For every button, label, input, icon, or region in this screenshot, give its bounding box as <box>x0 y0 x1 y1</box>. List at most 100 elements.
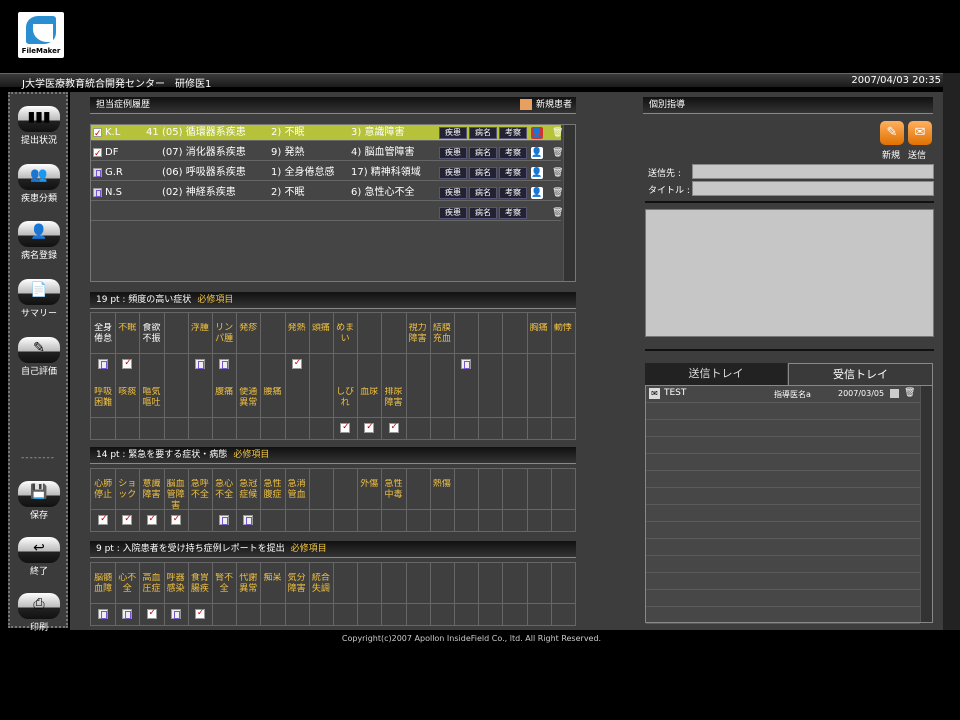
case-action-button[interactable]: 疾患 <box>439 207 467 219</box>
trash-icon[interactable]: 🗑 <box>552 127 563 139</box>
item-checkbox[interactable] <box>170 609 181 619</box>
case-row[interactable]: DF (07) 消化器系疾患 9) 発熱 4) 脳血管障害 疾患病名考察 👤 🗑 <box>91 145 563 162</box>
case-checkbox[interactable] <box>93 188 102 197</box>
tray-row[interactable] <box>646 573 920 590</box>
sidebar-item-3[interactable]: 📄 サマリー <box>16 279 62 319</box>
sidebar-item-1[interactable]: 👥 疾患分類 <box>16 164 62 204</box>
case-action-button[interactable]: 病名 <box>469 167 497 179</box>
tray-row[interactable] <box>646 403 920 420</box>
person-icon[interactable]: 👤 <box>531 167 543 179</box>
trash-icon[interactable]: 🗑 <box>552 207 563 219</box>
case-action-button[interactable]: 病名 <box>469 147 497 159</box>
case-action-button[interactable]: 考察 <box>499 127 527 139</box>
section1-required: 必修項目 <box>197 295 234 305</box>
people-icon: 👥 <box>18 164 60 190</box>
datetime: 2007/04/03 20:35 <box>851 75 941 86</box>
tray-row[interactable] <box>646 505 920 522</box>
item-checkbox[interactable] <box>243 515 254 525</box>
tray-row[interactable] <box>646 556 920 573</box>
case-action-button[interactable]: 疾患 <box>439 167 467 179</box>
item-checkbox[interactable] <box>194 608 205 619</box>
sidebar-action-0[interactable]: 💾 保存 <box>16 481 62 521</box>
tray-row[interactable] <box>646 420 920 437</box>
item-checkbox[interactable] <box>461 359 472 369</box>
trash-icon[interactable]: 🗑 <box>552 187 563 199</box>
tab-inbox[interactable]: 受信トレイ <box>788 363 933 385</box>
item-checkbox[interactable] <box>122 609 133 619</box>
case-action-button[interactable]: 考察 <box>499 167 527 179</box>
item-checkbox[interactable] <box>388 422 399 433</box>
tray-row[interactable] <box>646 539 920 556</box>
item-label: 発熱 <box>287 323 306 333</box>
item-label: 急冠症候 <box>239 479 258 500</box>
print-icon: ⎙ <box>18 593 60 619</box>
case-action-button[interactable]: 疾患 <box>439 187 467 199</box>
case-action-button[interactable]: 病名 <box>469 207 497 219</box>
case-checkbox[interactable] <box>93 168 102 177</box>
trash-icon[interactable]: 🗑 <box>904 388 915 398</box>
item-checkbox[interactable] <box>291 358 302 369</box>
sidebar-action-1[interactable]: ↩ 終了 <box>16 537 62 577</box>
tray-row[interactable] <box>646 471 920 488</box>
sidebar-item-0[interactable]: ▮▮▮ 提出状況 <box>16 106 62 146</box>
case-action-button[interactable]: 疾患 <box>439 147 467 159</box>
case-action-button[interactable]: 考察 <box>499 187 527 199</box>
tray-flag-icon[interactable] <box>890 389 899 398</box>
case-row[interactable]: N.S (02) 神経系疾患 2) 不眠 6) 急性心不全 疾患 病名 考察 👤 🗑 <box>91 185 563 201</box>
tray-row[interactable] <box>646 522 920 539</box>
item-checkbox[interactable] <box>146 608 157 619</box>
case-category: (05) 循環器系疾患 <box>162 127 246 138</box>
new-message-button[interactable]: ✎ <box>880 121 904 145</box>
tray-row[interactable]: ✉ TEST 指導医名a 2007/03/05 🗑 <box>646 386 920 403</box>
sidebar-action-2[interactable]: ⎙ 印刷 <box>16 593 62 633</box>
person-icon[interactable]: 👤 <box>531 187 543 199</box>
tray-row[interactable] <box>646 488 920 505</box>
case-action-button[interactable]: 病名 <box>469 127 497 139</box>
sidebar-item-2[interactable]: 👤 病名登録 <box>16 221 62 261</box>
case-table-scrollbar[interactable] <box>563 125 575 281</box>
person-icon[interactable]: 👤 <box>531 127 543 139</box>
case-action-button[interactable]: 病名 <box>469 187 497 199</box>
item-checkbox[interactable] <box>340 422 351 433</box>
item-checkbox[interactable] <box>170 514 181 525</box>
item-checkbox[interactable] <box>98 609 109 619</box>
person-icon[interactable]: 👤 <box>531 147 543 159</box>
item-checkbox[interactable] <box>219 515 230 525</box>
item-checkbox[interactable] <box>98 514 109 525</box>
tray-row[interactable] <box>646 437 920 454</box>
item-checkbox[interactable] <box>146 514 157 525</box>
case-row[interactable]: G.R (06) 呼吸器系疾患 1) 全身倦怠感 17) 精神科領域 疾患 病名 考察 👤 🗑 <box>91 165 563 181</box>
tray-row[interactable] <box>646 454 920 471</box>
item-label: 腰痛 <box>263 387 282 397</box>
subject-field[interactable] <box>692 181 934 196</box>
item-label: 発疹 <box>239 323 258 333</box>
cases-title: 担当症例履歴 <box>96 100 151 110</box>
send-message-button[interactable]: ✉ <box>908 121 932 145</box>
sidebar-item-4[interactable]: ✎ 自己評価 <box>16 337 62 377</box>
item-checkbox[interactable] <box>122 358 133 369</box>
item-checkbox[interactable] <box>98 359 109 369</box>
item-label: 排尿障害 <box>384 387 403 408</box>
item-checkbox[interactable] <box>364 422 375 433</box>
trash-icon[interactable]: 🗑 <box>552 167 563 179</box>
tray-row[interactable] <box>646 590 920 607</box>
tray-scrollbar[interactable] <box>920 386 932 622</box>
case-action-button[interactable]: 疾患 <box>439 127 467 139</box>
case-symptom2: 6) 急性心不全 <box>351 187 415 198</box>
case-checkbox[interactable] <box>93 146 102 162</box>
to-field[interactable] <box>692 164 934 179</box>
message-body[interactable] <box>645 209 934 337</box>
item-checkbox[interactable] <box>122 514 133 525</box>
tab-outbox[interactable]: 送信トレイ <box>645 363 787 385</box>
tray-row[interactable] <box>646 607 920 624</box>
sidebar-action-label: 終了 <box>29 567 48 577</box>
case-checkbox[interactable] <box>93 126 102 142</box>
case-action-button[interactable]: 考察 <box>499 207 527 219</box>
case-action-button[interactable]: 考察 <box>499 147 527 159</box>
case-row[interactable]: 疾患 病名 考察 🗑 <box>91 205 563 221</box>
item-checkbox[interactable] <box>194 359 205 369</box>
new-patient-button[interactable]: 新規患者 <box>519 97 572 113</box>
item-checkbox[interactable] <box>219 359 230 369</box>
case-row[interactable]: K.L 41(05) 循環器系疾患 2) 不眠 3) 意識障害 疾患病名考察 👤 🗑 <box>91 125 563 142</box>
trash-icon[interactable]: 🗑 <box>552 147 563 159</box>
